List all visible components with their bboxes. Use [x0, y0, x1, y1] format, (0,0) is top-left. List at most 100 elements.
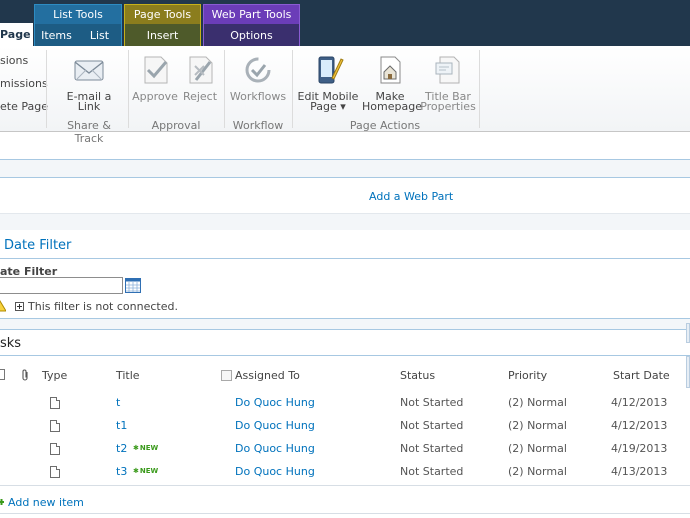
tab-options[interactable]: Options: [204, 24, 299, 47]
tab-insert[interactable]: Insert: [125, 24, 200, 47]
status-cell: Not Started: [400, 419, 464, 432]
workflow-icon: [245, 57, 271, 83]
column-header-start-date[interactable]: Start Date: [613, 369, 670, 382]
zone-divider: [0, 177, 690, 178]
title-bar-properties-button[interactable]: Title Bar Properties: [420, 54, 476, 112]
assigned-to-checkbox[interactable]: [221, 370, 232, 381]
tab-list[interactable]: List: [78, 24, 121, 47]
warning-icon: [0, 300, 6, 312]
start-date-cell: 4/13/2013: [611, 465, 668, 478]
scrollbar-thumb[interactable]: [686, 356, 690, 388]
ribbon-separator: [46, 50, 47, 128]
web-part-tools-label: Web Part Tools: [204, 5, 299, 24]
calendar-icon[interactable]: [125, 278, 141, 293]
page-tools-group: Page Tools Insert: [124, 4, 201, 46]
make-homepage-label: Make Homepage: [362, 90, 422, 113]
document-icon: [50, 397, 60, 409]
tasks-webpart-title[interactable]: sks: [0, 336, 21, 351]
ribbon-separator: [479, 50, 480, 128]
zone-bottom-border: [0, 513, 690, 514]
date-filter-input[interactable]: [0, 277, 123, 294]
task-title-link[interactable]: t3: [116, 465, 127, 478]
attachment-icon: [22, 369, 28, 381]
zone-gap: [0, 319, 690, 329]
document-icon: [50, 443, 60, 455]
approval-group-label: Approval: [151, 119, 201, 132]
reject-label: Reject: [182, 90, 218, 103]
ribbon-item-permissions[interactable]: missions: [0, 77, 48, 90]
filter-warning-text: This filter is not connected.: [28, 300, 178, 313]
tab-items[interactable]: Items: [35, 24, 78, 47]
add-new-item-link[interactable]: Add new item: [8, 496, 84, 509]
list-bottom-border: [0, 485, 690, 486]
document-icon: [50, 466, 60, 478]
ribbon-separator: [292, 50, 293, 128]
document-icon: [50, 420, 60, 432]
edit-mobile-page-label: Edit Mobile Page ▾: [297, 90, 359, 113]
new-badge: NEW: [133, 444, 158, 452]
approve-button[interactable]: Approve: [132, 54, 178, 102]
email-link-button[interactable]: E-mail a Link: [62, 54, 116, 112]
title-bar-properties-icon: [435, 56, 460, 84]
zone-header: [0, 160, 690, 177]
priority-cell: (2) Normal: [508, 396, 567, 409]
ribbon-tab-bar: Page List Tools Items List Page Tools In…: [0, 0, 690, 46]
status-cell: Not Started: [400, 465, 464, 478]
share-track-group-label: Share & Track: [67, 119, 111, 145]
edit-mobile-page-button[interactable]: Edit Mobile Page ▾: [296, 54, 360, 112]
date-filter-webpart-title[interactable]: Date Filter: [4, 238, 71, 253]
page-tools-label: Page Tools: [125, 5, 200, 24]
approve-icon: [144, 56, 168, 84]
approve-label: Approve: [132, 90, 178, 103]
column-header-status[interactable]: Status: [400, 369, 435, 382]
priority-cell: (2) Normal: [508, 442, 567, 455]
expand-icon[interactable]: [15, 302, 24, 311]
assigned-to-link[interactable]: Do Quoc Hung: [235, 419, 315, 432]
workflow-group-label: Workflow: [232, 119, 284, 132]
mobile-edit-icon: [318, 56, 344, 84]
status-cell: Not Started: [400, 396, 464, 409]
new-badge: NEW: [133, 467, 158, 475]
web-part-tools-group: Web Part Tools Options: [203, 4, 300, 46]
assigned-to-link[interactable]: Do Quoc Hung: [235, 465, 315, 478]
priority-cell: (2) Normal: [508, 419, 567, 432]
ribbon-item-versions[interactable]: sions: [0, 54, 28, 67]
scrollbar-thumb[interactable]: [686, 323, 690, 343]
assigned-to-link[interactable]: Do Quoc Hung: [235, 442, 315, 455]
add-icon: [0, 499, 4, 505]
task-title-link[interactable]: t2: [116, 442, 127, 455]
add-web-part-link[interactable]: Add a Web Part: [369, 190, 453, 203]
page-actions-group-label: Page Actions: [349, 119, 421, 132]
column-header-priority[interactable]: Priority: [508, 369, 547, 382]
start-date-cell: 4/12/2013: [611, 419, 668, 432]
email-link-label: E-mail a Link: [66, 90, 112, 113]
priority-cell: (2) Normal: [508, 465, 567, 478]
column-header-title[interactable]: Title: [116, 369, 140, 382]
task-title-link[interactable]: t: [116, 396, 120, 409]
webpart-border: [0, 329, 690, 330]
ribbon-item-delete-page[interactable]: ete Page: [0, 100, 48, 113]
start-date-cell: 4/19/2013: [611, 442, 668, 455]
homepage-icon: [380, 56, 401, 84]
list-tools-label: List Tools: [35, 5, 121, 24]
zone-header: [0, 214, 690, 230]
ribbon-separator: [224, 50, 225, 128]
assigned-to-link[interactable]: Do Quoc Hung: [235, 396, 315, 409]
list-tools-group: List Tools Items List: [34, 4, 122, 46]
status-cell: Not Started: [400, 442, 464, 455]
ribbon-separator: [128, 50, 129, 128]
title-bar-properties-label: Title Bar Properties: [420, 90, 476, 113]
webpart-border: [0, 258, 690, 259]
tab-page[interactable]: Page: [0, 23, 33, 46]
workflows-label: Workflows: [229, 90, 287, 103]
column-header-type[interactable]: Type: [42, 369, 67, 382]
webpart-border: [0, 355, 690, 356]
task-title-link[interactable]: t1: [116, 419, 127, 432]
start-date-cell: 4/12/2013: [611, 396, 668, 409]
reject-button[interactable]: Reject: [180, 54, 220, 102]
column-header-assigned-to[interactable]: Assigned To: [235, 369, 300, 382]
select-all-checkbox[interactable]: [0, 369, 5, 380]
make-homepage-button[interactable]: Make Homepage: [362, 54, 422, 113]
reject-icon: [189, 56, 213, 84]
workflows-button[interactable]: Workflows: [228, 54, 288, 102]
